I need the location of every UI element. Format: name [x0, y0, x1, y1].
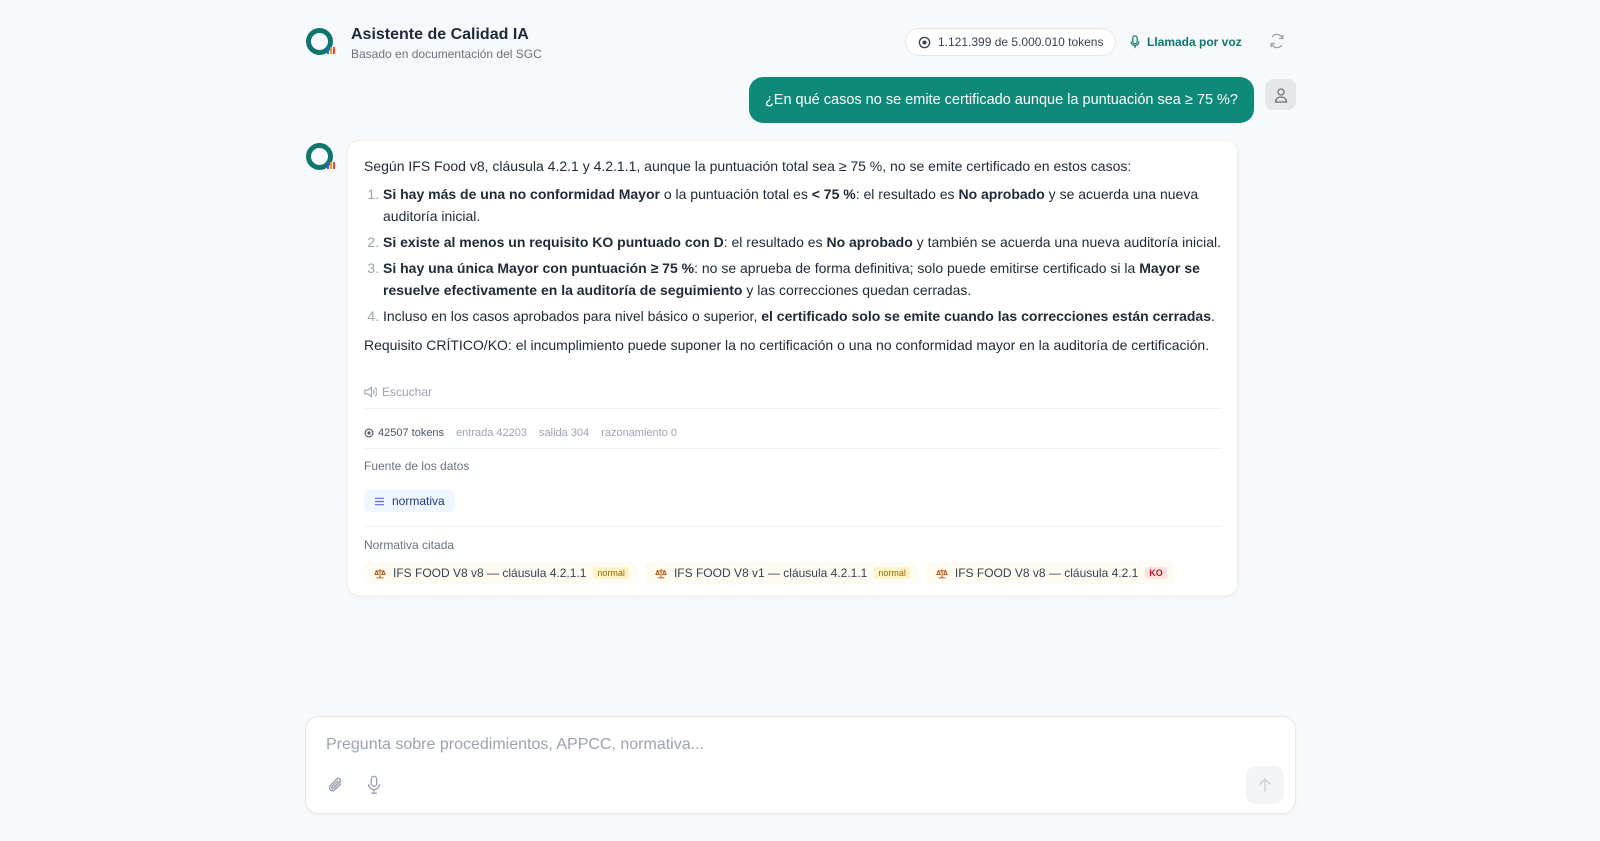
arrow-up-icon	[1259, 777, 1271, 792]
token-usage-text: 1.121.399 de 5.000.010 tokens	[938, 35, 1104, 49]
token-icon	[364, 428, 374, 438]
app-subtitle: Basado en documentación del SGC	[351, 47, 542, 61]
assistant-avatar	[306, 143, 335, 171]
app-logo	[306, 28, 335, 56]
critical-note: Requisito CRÍTICO/KO: el incumplimiento …	[364, 337, 1210, 353]
token-total: 42507 tokens	[364, 427, 444, 439]
list-icon	[375, 497, 384, 505]
token-reasoning: razonamiento 0	[601, 427, 677, 439]
scale-icon	[935, 568, 948, 578]
app-title: Asistente de Calidad IA	[351, 26, 529, 43]
source-chip-label: normativa	[392, 494, 445, 508]
token-output: salida 304	[539, 427, 590, 439]
refresh-button[interactable]	[1268, 32, 1288, 52]
divider	[364, 408, 1222, 409]
citation-badge: normal	[593, 567, 629, 579]
citation-chip[interactable]: IFS FOOD V8 v8 — cláusula 4.2.1.1 normal	[364, 562, 637, 584]
voice-call-label: Llamada por voz	[1147, 35, 1242, 49]
citation-badge: normal	[874, 567, 910, 579]
source-label: Fuente de los datos	[364, 459, 470, 473]
list-item: Si hay más de una no conformidad Mayor o…	[383, 183, 1222, 227]
user-avatar	[1265, 79, 1296, 110]
citation-list: IFS FOOD V8 v8 — cláusula 4.2.1.1 normal…	[364, 562, 1175, 584]
listen-label: Escuchar	[382, 385, 433, 399]
voice-call-button[interactable]: Llamada por voz	[1129, 28, 1242, 56]
list-item: Si existe al menos un requisito KO puntu…	[383, 231, 1222, 253]
microphone-icon	[1130, 35, 1140, 49]
refresh-icon	[1270, 33, 1284, 49]
source-chip[interactable]: normativa	[364, 490, 455, 512]
token-usage-row: 42507 tokens entrada 42203 salida 304 ra…	[364, 427, 677, 439]
divider	[364, 526, 1222, 527]
citation-badge: KO	[1145, 567, 1167, 579]
answer-intro: Según IFS Food v8, cláusula 4.2.1 y 4.2.…	[364, 158, 1132, 174]
paperclip-icon	[328, 777, 342, 792]
token-input: entrada 42203	[456, 427, 528, 439]
listen-button[interactable]: Escuchar	[364, 385, 432, 399]
citation-label: IFS FOOD V8 v8 — cláusula 4.2.1	[954, 566, 1139, 580]
citation-label: IFS FOOD V8 v8 — cláusula 4.2.1.1	[393, 566, 587, 580]
citation-label: IFS FOOD V8 v1 — cláusula 4.2.1.1	[673, 566, 868, 580]
answer-list: Si hay más de una no conformidad Mayor o…	[364, 183, 1222, 327]
assistant-message-card: Según IFS Food v8, cláusula 4.2.1 y 4.2.…	[347, 140, 1238, 596]
speaker-icon	[364, 386, 377, 398]
scale-icon	[655, 568, 667, 578]
token-icon	[918, 36, 931, 48]
citation-chip[interactable]: IFS FOOD V8 v1 — cláusula 4.2.1.1 normal	[644, 562, 918, 584]
user-icon	[1274, 87, 1287, 103]
list-item: Incluso en los casos aprobados para nive…	[383, 305, 1222, 327]
assistant-message-body: Según IFS Food v8, cláusula 4.2.1 y 4.2.…	[364, 155, 1222, 356]
list-item: Si hay una única Mayor con puntuación ≥ …	[383, 257, 1222, 301]
attach-button[interactable]	[326, 775, 348, 797]
divider	[364, 448, 1222, 449]
refs-label: Normativa citada	[364, 538, 455, 552]
send-button[interactable]	[1246, 766, 1284, 804]
token-usage-badge: 1.121.399 de 5.000.010 tokens	[905, 28, 1117, 56]
microphone-button[interactable]	[365, 775, 387, 797]
app-header: Asistente de Calidad IA Basado en docume…	[306, 26, 1296, 66]
citation-chip[interactable]: IFS FOOD V8 v8 — cláusula 4.2.1 KO	[925, 562, 1175, 584]
user-message-text: ¿En qué casos no se emite certificado au…	[764, 92, 1238, 108]
message-input[interactable]	[324, 731, 1208, 759]
user-message-bubble: ¿En qué casos no se emite certificado au…	[748, 77, 1254, 123]
microphone-icon	[367, 775, 381, 794]
scale-icon	[374, 568, 386, 578]
message-composer	[305, 716, 1296, 814]
